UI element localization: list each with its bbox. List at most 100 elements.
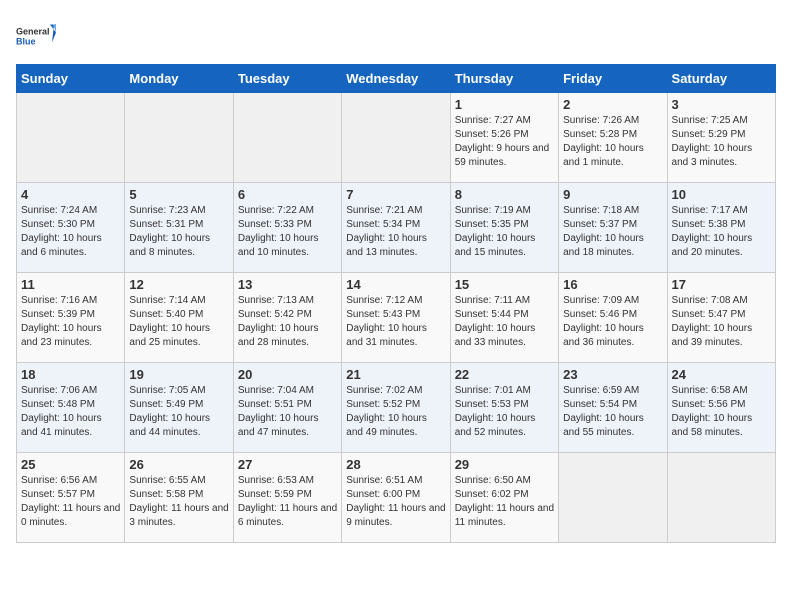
day-info: Sunrise: 7:05 AM Sunset: 5:49 PM Dayligh… [129, 384, 228, 440]
calendar-cell [667, 453, 775, 543]
calendar-cell: 8Sunrise: 7:19 AM Sunset: 5:35 PM Daylig… [450, 183, 558, 273]
day-info: Sunrise: 7:24 AM Sunset: 5:30 PM Dayligh… [21, 204, 120, 260]
day-number: 29 [455, 457, 554, 472]
day-info: Sunrise: 7:06 AM Sunset: 5:48 PM Dayligh… [21, 384, 120, 440]
svg-text:Blue: Blue [16, 37, 36, 47]
day-number: 12 [129, 277, 228, 292]
calendar-cell: 27Sunrise: 6:53 AM Sunset: 5:59 PM Dayli… [233, 453, 341, 543]
day-number: 25 [21, 457, 120, 472]
calendar-cell: 10Sunrise: 7:17 AM Sunset: 5:38 PM Dayli… [667, 183, 775, 273]
logo-svg: General Blue [16, 16, 56, 56]
day-number: 17 [672, 277, 771, 292]
calendar-cell: 28Sunrise: 6:51 AM Sunset: 6:00 PM Dayli… [342, 453, 450, 543]
day-info: Sunrise: 7:22 AM Sunset: 5:33 PM Dayligh… [238, 204, 337, 260]
day-number: 27 [238, 457, 337, 472]
week-row-2: 4Sunrise: 7:24 AM Sunset: 5:30 PM Daylig… [17, 183, 776, 273]
week-row-1: 1 Sunrise: 7:27 AM Sunset: 5:26 PM Daylig… [17, 93, 776, 183]
day-number: 21 [346, 367, 445, 382]
day-info: Sunrise: 7:23 AM Sunset: 5:31 PM Dayligh… [129, 204, 228, 260]
header-day-wednesday: Wednesday [342, 65, 450, 93]
calendar-cell: 7 Sunrise: 7:21 AM Sunset: 5:34 PM Daylig… [342, 183, 450, 273]
calendar-cell: 2 Sunrise: 7:26 AM Sunset: 5:28 PM Daylig… [559, 93, 667, 183]
calendar-cell: 21 Sunrise: 7:02 AM Sunset: 5:52 PM Dayli… [342, 363, 450, 453]
day-number: 3 [672, 97, 771, 112]
calendar-cell: 16 Sunrise: 7:09 AM Sunset: 5:46 PM Dayli… [559, 273, 667, 363]
calendar-cell: 22 Sunrise: 7:01 AM Sunset: 5:53 PM Dayli… [450, 363, 558, 453]
calendar-cell: 18 Sunrise: 7:06 AM Sunset: 5:48 PM Dayli… [17, 363, 125, 453]
calendar-cell: 19 Sunrise: 7:05 AM Sunset: 5:49 PM Dayli… [125, 363, 233, 453]
day-number: 23 [563, 367, 662, 382]
day-number: 2 [563, 97, 662, 112]
logo-container: General Blue [16, 16, 56, 56]
day-number: 28 [346, 457, 445, 472]
day-number: 8 [455, 187, 554, 202]
header-day-friday: Friday [559, 65, 667, 93]
day-info: Sunrise: 7:12 AM Sunset: 5:43 PM Dayligh… [346, 294, 445, 350]
calendar-cell: 14 Sunrise: 7:12 AM Sunset: 5:43 PM Dayli… [342, 273, 450, 363]
header-day-tuesday: Tuesday [233, 65, 341, 93]
calendar-cell: 24Sunrise: 6:58 AM Sunset: 5:56 PM Dayli… [667, 363, 775, 453]
day-info: Sunrise: 7:09 AM Sunset: 5:46 PM Dayligh… [563, 294, 662, 350]
calendar-table: SundayMondayTuesdayWednesdayThursdayFrid… [16, 64, 776, 543]
day-info: Sunrise: 6:59 AM Sunset: 5:54 PM Dayligh… [563, 384, 662, 440]
calendar-cell: 9 Sunrise: 7:18 AM Sunset: 5:37 PM Daylig… [559, 183, 667, 273]
day-info: Sunrise: 6:55 AM Sunset: 5:58 PM Dayligh… [129, 474, 228, 530]
calendar-cell: 23 Sunrise: 6:59 AM Sunset: 5:54 PM Dayli… [559, 363, 667, 453]
day-info: Sunrise: 7:16 AM Sunset: 5:39 PM Dayligh… [21, 294, 120, 350]
calendar-cell [17, 93, 125, 183]
calendar-cell: 26 Sunrise: 6:55 AM Sunset: 5:58 PM Dayli… [125, 453, 233, 543]
header-row: SundayMondayTuesdayWednesdayThursdayFrid… [17, 65, 776, 93]
day-number: 14 [346, 277, 445, 292]
day-number: 10 [672, 187, 771, 202]
day-number: 6 [238, 187, 337, 202]
week-row-4: 18 Sunrise: 7:06 AM Sunset: 5:48 PM Dayli… [17, 363, 776, 453]
calendar-cell: 17Sunrise: 7:08 AM Sunset: 5:47 PM Dayli… [667, 273, 775, 363]
day-number: 19 [129, 367, 228, 382]
day-info: Sunrise: 7:25 AM Sunset: 5:29 PM Dayligh… [672, 114, 771, 170]
day-number: 1 [455, 97, 554, 112]
header-day-sunday: Sunday [17, 65, 125, 93]
calendar-cell: 1 Sunrise: 7:27 AM Sunset: 5:26 PM Daylig… [450, 93, 558, 183]
day-info: Sunrise: 7:01 AM Sunset: 5:53 PM Dayligh… [455, 384, 554, 440]
day-number: 22 [455, 367, 554, 382]
day-info: Sunrise: 6:56 AM Sunset: 5:57 PM Dayligh… [21, 474, 120, 530]
header-day-monday: Monday [125, 65, 233, 93]
header-day-thursday: Thursday [450, 65, 558, 93]
day-number: 7 [346, 187, 445, 202]
day-number: 11 [21, 277, 120, 292]
day-info: Sunrise: 7:18 AM Sunset: 5:37 PM Dayligh… [563, 204, 662, 260]
day-number: 26 [129, 457, 228, 472]
calendar-cell: 6 Sunrise: 7:22 AM Sunset: 5:33 PM Daylig… [233, 183, 341, 273]
svg-text:General: General [16, 27, 50, 37]
calendar-cell: 4Sunrise: 7:24 AM Sunset: 5:30 PM Daylig… [17, 183, 125, 273]
calendar-cell [342, 93, 450, 183]
calendar-header: SundayMondayTuesdayWednesdayThursdayFrid… [17, 65, 776, 93]
day-info: Sunrise: 6:50 AM Sunset: 6:02 PM Dayligh… [455, 474, 554, 530]
calendar-cell: 25 Sunrise: 6:56 AM Sunset: 5:57 PM Dayli… [17, 453, 125, 543]
calendar-cell: 3 Sunrise: 7:25 AM Sunset: 5:29 PM Daylig… [667, 93, 775, 183]
day-info: Sunrise: 7:26 AM Sunset: 5:28 PM Dayligh… [563, 114, 662, 170]
header-day-saturday: Saturday [667, 65, 775, 93]
day-info: Sunrise: 7:04 AM Sunset: 5:51 PM Dayligh… [238, 384, 337, 440]
week-row-5: 25 Sunrise: 6:56 AM Sunset: 5:57 PM Dayli… [17, 453, 776, 543]
calendar-cell: 5 Sunrise: 7:23 AM Sunset: 5:31 PM Daylig… [125, 183, 233, 273]
day-info: Sunrise: 7:21 AM Sunset: 5:34 PM Dayligh… [346, 204, 445, 260]
week-row-3: 11 Sunrise: 7:16 AM Sunset: 5:39 PM Dayli… [17, 273, 776, 363]
calendar-cell [559, 453, 667, 543]
calendar-cell: 13Sunrise: 7:13 AM Sunset: 5:42 PM Dayli… [233, 273, 341, 363]
day-info: Sunrise: 7:02 AM Sunset: 5:52 PM Dayligh… [346, 384, 445, 440]
day-info: Sunrise: 7:11 AM Sunset: 5:44 PM Dayligh… [455, 294, 554, 350]
day-number: 9 [563, 187, 662, 202]
page-header: General Blue [16, 16, 776, 56]
calendar-cell: 29 Sunrise: 6:50 AM Sunset: 6:02 PM Dayli… [450, 453, 558, 543]
day-number: 15 [455, 277, 554, 292]
day-number: 18 [21, 367, 120, 382]
day-info: Sunrise: 7:27 AM Sunset: 5:26 PM Dayligh… [455, 114, 554, 170]
day-number: 5 [129, 187, 228, 202]
calendar-cell [125, 93, 233, 183]
day-number: 16 [563, 277, 662, 292]
day-info: Sunrise: 7:14 AM Sunset: 5:40 PM Dayligh… [129, 294, 228, 350]
calendar-cell: 12 Sunrise: 7:14 AM Sunset: 5:40 PM Dayli… [125, 273, 233, 363]
calendar-cell: 11 Sunrise: 7:16 AM Sunset: 5:39 PM Dayli… [17, 273, 125, 363]
calendar-cell: 20Sunrise: 7:04 AM Sunset: 5:51 PM Dayli… [233, 363, 341, 453]
